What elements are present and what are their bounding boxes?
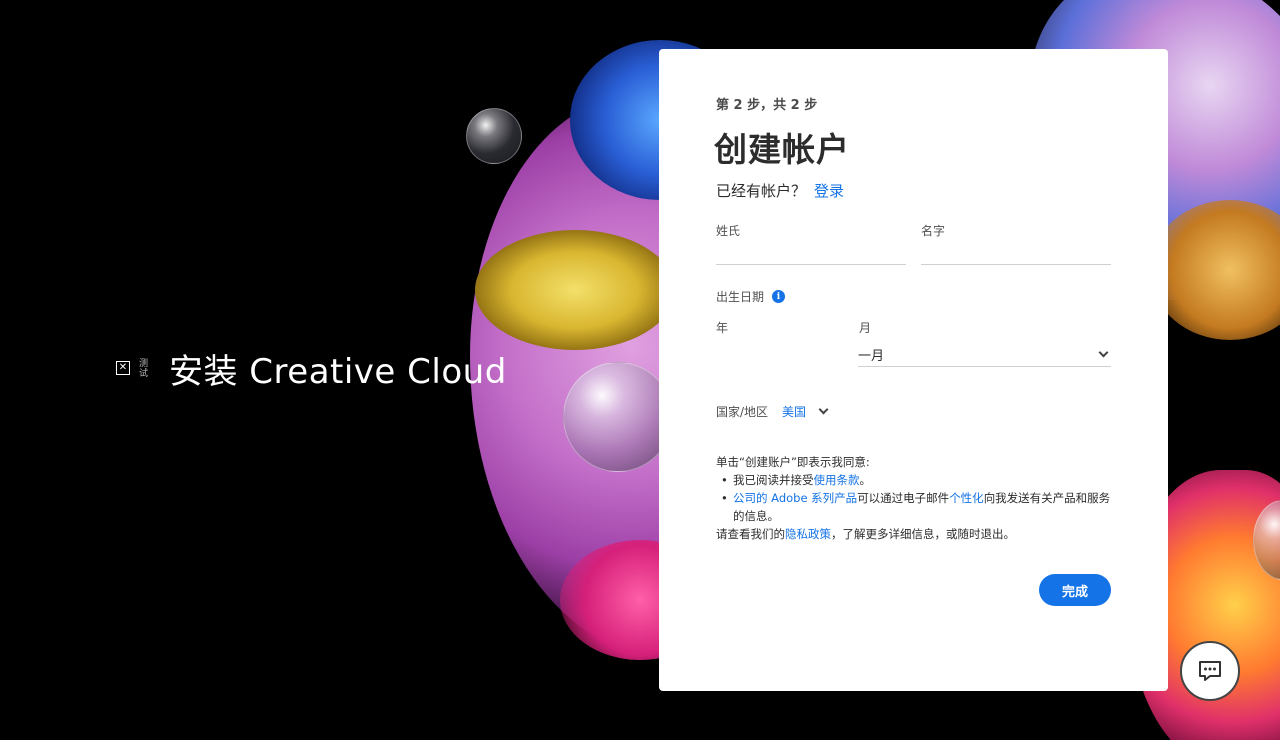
chevron-down-icon [1098, 347, 1109, 357]
artwork-bubble [563, 362, 673, 472]
adobe-family-link[interactable]: 公司的 Adobe 系列产品 [733, 491, 857, 505]
legal-item-marketing-text: 可以通过电子邮件 [857, 491, 950, 505]
month-select[interactable]: 一月 [858, 342, 1111, 366]
artwork-bubble [466, 108, 522, 164]
first-name-label: 名字 [921, 224, 946, 238]
has-account-text: 已经有帐户？ [716, 182, 807, 200]
legal-intro: 单击“创建账户”即表示我同意: [716, 455, 870, 469]
month-label: 月 [859, 321, 872, 335]
terms-link[interactable]: 使用条款 [814, 473, 860, 487]
month-underline [858, 366, 1111, 367]
artwork-yellow-shape [475, 230, 675, 350]
installer-header: ✕ 测试 安装 Creative Cloud [116, 346, 507, 392]
privacy-line: 请查看我们的隐私政策，了解更多详细信息，或随时退出。 [716, 525, 1116, 543]
signup-card: 第 2 步，共 2 步 创建帐户 已经有帐户？ 登录 姓氏 名字 出生日期 i 年… [659, 49, 1168, 691]
artwork-bubble [1253, 500, 1280, 580]
chat-button[interactable] [1180, 641, 1240, 701]
step-indicator: 第 2 步，共 2 步 [716, 98, 818, 113]
installer-title: 安装 Creative Cloud [169, 351, 507, 392]
artwork-right-mid-shape [1150, 200, 1280, 340]
country-row: 国家/地区 美国 [716, 403, 829, 420]
dob-label: 出生日期 i [716, 288, 786, 305]
legal-item-terms-end: 。 [859, 473, 872, 487]
page-title: 创建帐户 [714, 130, 850, 169]
privacy-pre: 请查看我们的 [716, 527, 785, 541]
legal-item-marketing: 公司的 Adobe 系列产品可以通过电子邮件个性化向我发送有关产品和服务的信息。 [716, 489, 1116, 525]
legal-list: 我已阅读并接受使用条款。 公司的 Adobe 系列产品可以通过电子邮件个性化向我… [716, 471, 1116, 525]
privacy-post: ，了解更多详细信息，或随时退出。 [831, 527, 1015, 541]
dob-label-text: 出生日期 [716, 290, 765, 304]
has-account-line: 已经有帐户？ 登录 [716, 180, 844, 201]
signin-link[interactable]: 登录 [814, 182, 844, 200]
country-select[interactable]: 美国 [782, 403, 806, 420]
done-button[interactable]: 完成 [1039, 574, 1111, 606]
personalize-link[interactable]: 个性化 [949, 491, 984, 505]
close-icon[interactable]: ✕ [116, 361, 130, 375]
country-label: 国家/地区 [716, 405, 769, 419]
chevron-down-icon[interactable] [818, 404, 829, 415]
first-name-field[interactable] [921, 264, 1111, 265]
year-label: 年 [716, 321, 729, 335]
info-icon[interactable]: i [772, 290, 786, 303]
legal-item-terms-text: 我已阅读并接受 [733, 473, 814, 487]
legal-item-terms: 我已阅读并接受使用条款。 [716, 471, 1116, 489]
privacy-policy-link[interactable]: 隐私政策 [785, 527, 831, 541]
last-name-field[interactable] [716, 264, 906, 265]
month-value: 一月 [858, 348, 885, 364]
last-name-label: 姓氏 [716, 224, 741, 238]
vertical-caption: 测试 [137, 358, 147, 378]
legal-text: 单击“创建账户”即表示我同意: 我已阅读并接受使用条款。 公司的 Adobe 系… [716, 453, 1116, 543]
chat-icon [1199, 661, 1221, 681]
